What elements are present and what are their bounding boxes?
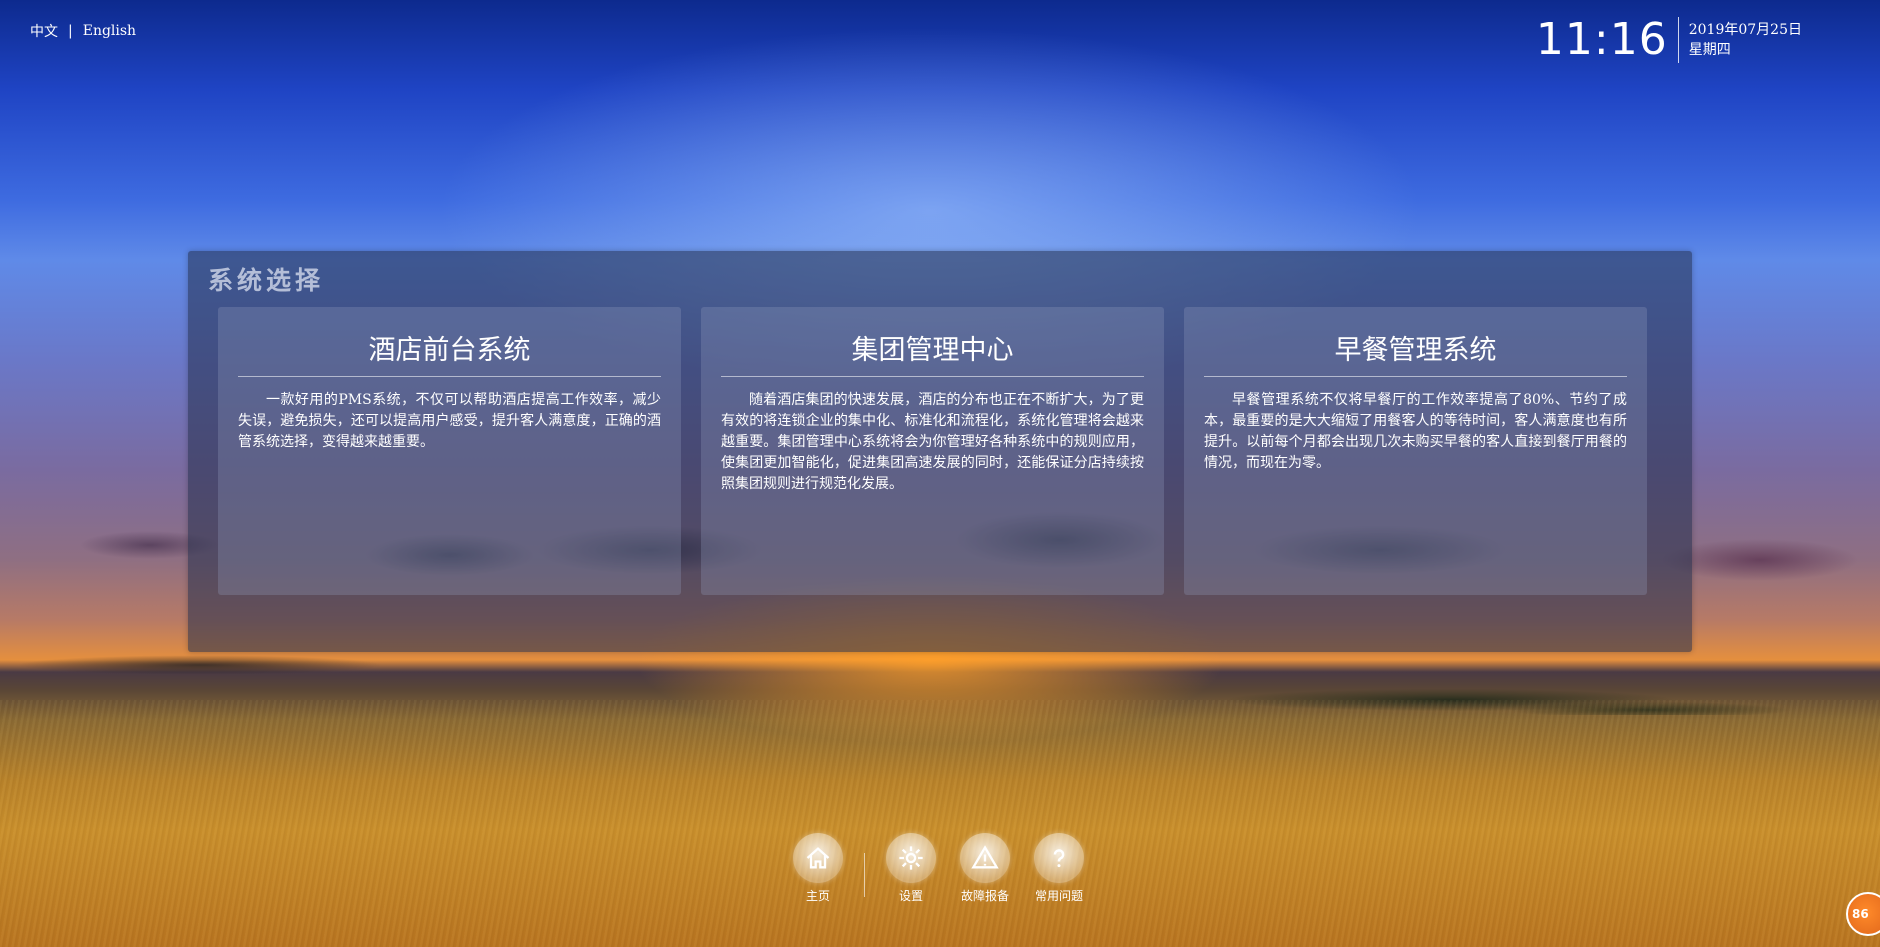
nav-settings-button[interactable]: 设置 (885, 833, 937, 904)
warning-icon (960, 833, 1010, 883)
system-select-panel: 系统选择 酒店前台系统 一款好用的PMS系统，不仅可以帮助酒店提高工作效率，减少… (188, 251, 1692, 652)
nav-home-label: 主页 (805, 889, 830, 903)
card-description: 随着酒店集团的快速发展，酒店的分布也正在不断扩大，为了更有效的将连锁企业的集中化… (721, 392, 1144, 492)
clock-date-block: 2019年07月25日 星期四 (1689, 20, 1802, 60)
card-title: 集团管理中心 (721, 307, 1144, 377)
nav-report-label: 故障报备 (960, 889, 1009, 903)
clock-widget: 11:16 2019年07月25日 星期四 (1536, 14, 1802, 65)
nav-faq-button[interactable]: 常用问题 (1033, 833, 1085, 904)
clock-divider (1677, 16, 1679, 63)
clock-time: 11:16 (1535, 14, 1668, 65)
card-title: 早餐管理系统 (1204, 307, 1627, 377)
nav-report-button[interactable]: 故障报备 (959, 833, 1011, 904)
nav-home-button[interactable]: 主页 (792, 833, 844, 904)
clock-weekday: 星期四 (1688, 41, 1731, 58)
card-frontdesk-system[interactable]: 酒店前台系统 一款好用的PMS系统，不仅可以帮助酒店提高工作效率，减少失误，避免… (218, 307, 681, 595)
nav-divider (864, 853, 865, 897)
lang-separator: | (68, 23, 73, 39)
nav-faq-label: 常用问题 (1034, 889, 1083, 903)
card-description: 一款好用的PMS系统，不仅可以帮助酒店提高工作效率，减少失误，避免损失，还可以提… (238, 392, 661, 450)
gear-icon (886, 833, 936, 883)
panel-title: 系统选择 (208, 266, 325, 295)
question-icon (1034, 833, 1084, 883)
card-title: 酒店前台系统 (238, 307, 661, 377)
clock-date: 2019年07月25日 (1688, 21, 1802, 38)
card-group-management[interactable]: 集团管理中心 随着酒店集团的快速发展，酒店的分布也正在不断扩大，为了更有效的将连… (701, 307, 1164, 595)
home-icon (793, 833, 843, 883)
language-switcher: 中文 | English (30, 21, 136, 41)
nav-settings-label: 设置 (898, 889, 923, 903)
bottom-nav: 主页 设置 故障报备 常用问题 (792, 833, 1085, 913)
lang-chinese-link[interactable]: 中文 (30, 21, 58, 41)
card-description: 早餐管理系统不仅将早餐厅的工作效率提高了80%、节约了成本，最重要的是大大缩短了… (1204, 392, 1627, 471)
lang-english-link[interactable]: English (83, 23, 136, 39)
card-breakfast-system[interactable]: 早餐管理系统 早餐管理系统不仅将早餐厅的工作效率提高了80%、节约了成本，最重要… (1184, 307, 1647, 595)
